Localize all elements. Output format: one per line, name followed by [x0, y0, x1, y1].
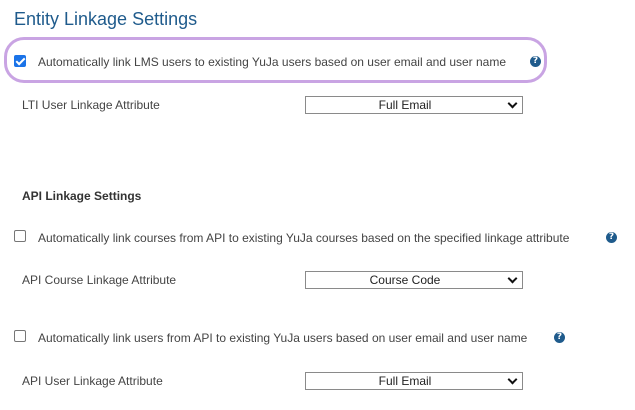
chevron-down-icon: [507, 98, 518, 109]
api-user-attribute-select[interactable]: Full Email: [305, 372, 523, 390]
api-course-attribute-label: API Course Linkage Attribute: [22, 273, 177, 287]
question-circle-icon[interactable]: ?: [554, 332, 565, 343]
api-user-attribute-value: Full Email: [378, 374, 432, 388]
api-course-attribute-select[interactable]: Course Code: [305, 271, 523, 289]
api-section-title: API Linkage Settings: [22, 189, 142, 203]
lms-auto-link-checkbox[interactable]: [14, 55, 26, 67]
api-users-checkbox[interactable]: [14, 330, 26, 342]
question-circle-icon[interactable]: ?: [606, 232, 617, 243]
lms-auto-link-label: Automatically link LMS users to existing…: [38, 55, 507, 69]
api-course-attribute-value: Course Code: [369, 273, 441, 287]
lti-attribute-label: LTI User Linkage Attribute: [22, 98, 160, 112]
chevron-down-icon: [507, 374, 518, 385]
lti-attribute-value: Full Email: [378, 98, 432, 112]
api-user-attribute-label: API User Linkage Attribute: [22, 374, 163, 388]
api-courses-checkbox[interactable]: [14, 230, 26, 242]
api-users-label: Automatically link users from API to exi…: [38, 331, 528, 345]
lti-attribute-select[interactable]: Full Email: [305, 96, 523, 114]
chevron-down-icon: [507, 273, 518, 284]
api-courses-label: Automatically link courses from API to e…: [38, 231, 570, 245]
page-title: Entity Linkage Settings: [14, 9, 198, 29]
question-circle-icon[interactable]: ?: [530, 56, 541, 67]
